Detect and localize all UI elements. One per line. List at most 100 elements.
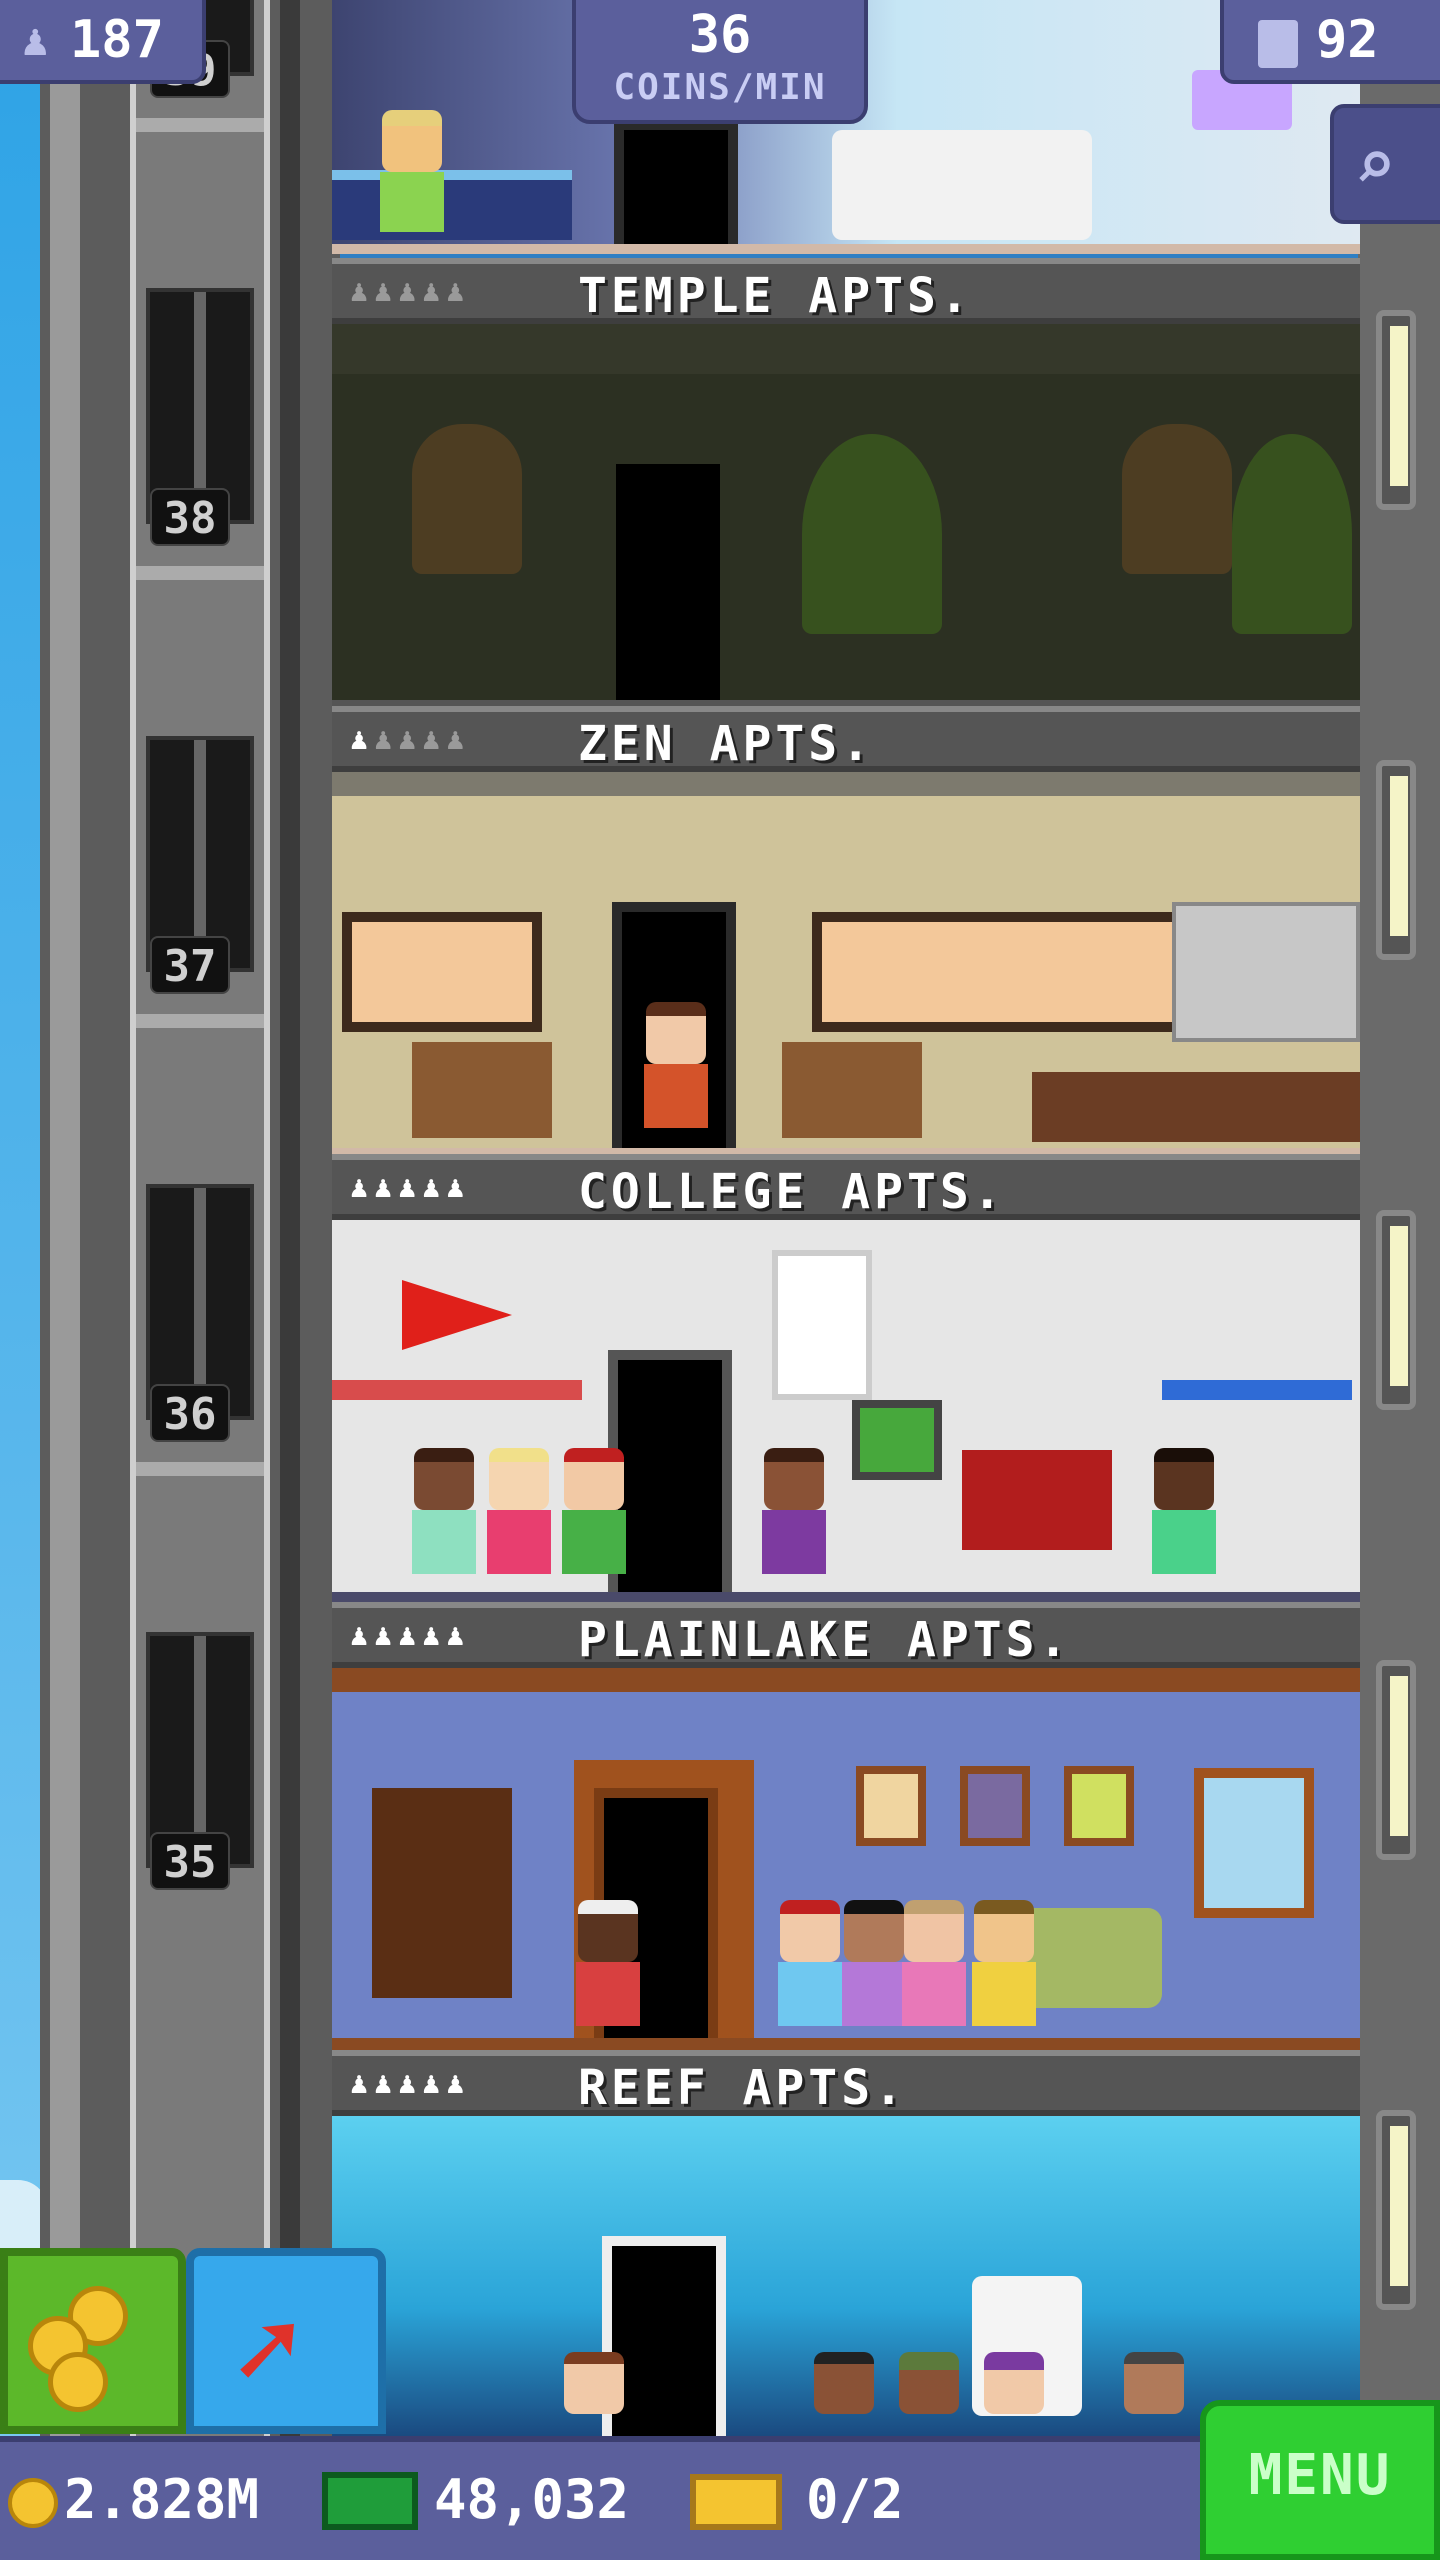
plant	[802, 434, 942, 634]
menu-button[interactable]: MENU	[1200, 2400, 1440, 2560]
elevator-floor: 36	[136, 1014, 264, 1462]
resident-sprite[interactable]	[412, 1448, 476, 1598]
plant	[1232, 434, 1352, 634]
build-floor-button[interactable]: ➚	[186, 2248, 386, 2434]
resident-slots: ♟♟♟♟♟	[350, 1618, 471, 1653]
resident-slots: ♟♟♟♟♟	[350, 1170, 471, 1205]
tv	[852, 1400, 942, 1480]
floor-label-bar: ♟♟♟♟♟ PLAINLAKE APTS.	[332, 1602, 1360, 1668]
floor-label-bar: ♟♟♟♟♟ COLLEGE APTS.	[332, 1154, 1360, 1220]
poster	[772, 1250, 872, 1400]
bux-balance[interactable]: 48,032	[322, 2460, 629, 2540]
elevator-floor-number: 37	[150, 936, 230, 994]
resident-sprite[interactable]	[762, 1448, 826, 1598]
elevator-floor-number: 36	[150, 1384, 230, 1442]
window	[812, 912, 1192, 1032]
bux-icon	[322, 2472, 418, 2530]
population-value: 187	[70, 10, 164, 70]
coins-per-minute-panel[interactable]: 36 COINS/MIN	[572, 0, 868, 124]
elevator-floor: 35	[136, 1462, 264, 1910]
tower-right-wall	[1358, 0, 1440, 2560]
elevator-shaft[interactable]: 39 38 37 36 35	[130, 0, 270, 2560]
reef-room[interactable]	[332, 2116, 1360, 2436]
window	[342, 912, 542, 1032]
building-icon	[1258, 20, 1298, 68]
resident-sprite[interactable]	[972, 1900, 1036, 2050]
floor-name: ZEN APTS.	[578, 716, 875, 772]
resident-sprite[interactable]	[576, 1900, 640, 2050]
plainlake-interior	[332, 1668, 1360, 2054]
population-counter[interactable]: ♟ 187	[0, 0, 206, 84]
floor-name: COLLEGE APTS.	[578, 1164, 1006, 1220]
resident-sprite[interactable]	[902, 1900, 966, 2050]
temple-interior	[332, 324, 1360, 710]
floor-name: REEF APTS.	[578, 2060, 907, 2116]
raise-arrow-icon: ➚	[234, 2286, 301, 2414]
desk	[332, 1380, 582, 1400]
coin-icon	[8, 2478, 58, 2528]
pennant-flag	[402, 1280, 512, 1350]
ticket-balance[interactable]: 0/2	[690, 2460, 904, 2540]
elevator-floor: 38	[136, 118, 264, 566]
picture-frame	[1064, 1766, 1134, 1846]
college-room[interactable]	[332, 1220, 1360, 1606]
floor-header-reef[interactable]: ♟♟♟♟♟ REEF APTS.	[332, 2050, 1360, 2116]
table	[1032, 1072, 1360, 1142]
zoom-button[interactable]: ⌕	[1330, 104, 1440, 224]
floor-counter[interactable]: 92	[1220, 0, 1440, 84]
picture-frame	[960, 1766, 1030, 1846]
resident-sprite[interactable]	[487, 1448, 551, 1598]
floor-label-bar: ♟♟♟♟♟ ZEN APTS.	[332, 706, 1360, 772]
resident-sprite[interactable]	[842, 1900, 906, 2050]
floor-header-temple[interactable]: ♟♟♟♟♟ TEMPLE APTS.	[332, 258, 1360, 324]
person-icon: ♟	[22, 15, 49, 66]
ticket-balance-value: 0/2	[806, 2468, 904, 2531]
floor-label-bar: ♟♟♟♟♟ REEF APTS.	[332, 2050, 1360, 2116]
statue-head	[1122, 424, 1232, 574]
elevator-floor: 37	[136, 566, 264, 1014]
resident-sprite[interactable]	[644, 1002, 708, 1152]
plainlake-room[interactable]	[332, 1668, 1360, 2054]
cabinet	[412, 1042, 552, 1138]
floor-header-zen[interactable]: ♟♟♟♟♟ ZEN APTS.	[332, 706, 1360, 772]
coin-balance[interactable]: 2.828M	[8, 2460, 259, 2540]
floor-header-plainlake[interactable]: ♟♟♟♟♟ PLAINLAKE APTS.	[332, 1602, 1360, 1668]
college-interior	[332, 1220, 1360, 1606]
resident-sprite[interactable]	[380, 110, 444, 260]
floor-name: TEMPLE APTS.	[578, 268, 973, 324]
floor-name: PLAINLAKE APTS.	[578, 1612, 1072, 1668]
ticket-icon	[690, 2474, 782, 2530]
coins-per-minute-unit: COINS/MIN	[613, 67, 827, 108]
elevator-floor-number: 38	[150, 488, 230, 546]
coins-per-minute-value: 36	[688, 5, 752, 65]
elevator-floor-number: 35	[150, 1832, 230, 1890]
magnifier-icon: ⌕	[1354, 124, 1397, 206]
room-door	[608, 1350, 732, 1606]
bookshelf	[372, 1788, 512, 1998]
floor-label-bar: ♟♟♟♟♟ TEMPLE APTS.	[332, 258, 1360, 324]
statue-head	[412, 424, 522, 574]
coin-balance-value: 2.828M	[64, 2468, 260, 2531]
temple-room[interactable]	[332, 324, 1360, 710]
floor-count-value: 92	[1316, 10, 1379, 70]
resident-slots: ♟♟♟♟♟	[350, 274, 471, 309]
resident-slots: ♟♟♟♟♟	[350, 722, 471, 757]
picture-frame	[856, 1766, 926, 1846]
window	[1194, 1768, 1314, 1918]
coins-button[interactable]	[0, 2248, 186, 2434]
room-door	[606, 454, 730, 710]
resident-sprite[interactable]	[1152, 1448, 1216, 1598]
fridge	[1172, 902, 1360, 1042]
bookshelf	[962, 1450, 1112, 1550]
reef-interior	[332, 2116, 1360, 2436]
resident-sprite[interactable]	[562, 1448, 626, 1598]
desk	[1162, 1380, 1352, 1400]
room-door	[614, 120, 738, 250]
resident-sprite[interactable]	[778, 1900, 842, 2050]
zen-room[interactable]	[332, 772, 1360, 1158]
cabinet	[782, 1042, 922, 1138]
resident-slots: ♟♟♟♟♟	[350, 2066, 471, 2101]
bux-balance-value: 48,032	[434, 2468, 630, 2531]
zen-interior	[332, 772, 1360, 1158]
floor-header-college[interactable]: ♟♟♟♟♟ COLLEGE APTS.	[332, 1154, 1360, 1220]
